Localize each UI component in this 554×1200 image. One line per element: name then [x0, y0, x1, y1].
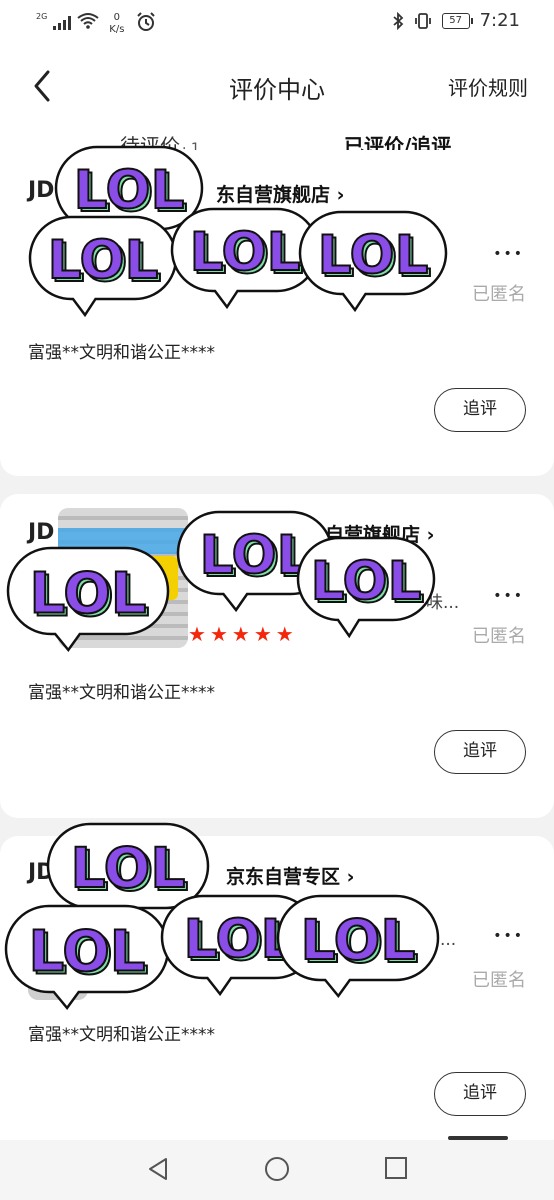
lol-sticker: LOLLOL	[6, 546, 170, 653]
lol-text: LOL	[311, 551, 422, 612]
lol-text: LOL	[318, 225, 429, 286]
anonymous-label: 已匿名	[472, 284, 526, 305]
follow-up-review-button[interactable]: 追评	[434, 730, 526, 774]
lol-text: LOL	[71, 836, 186, 900]
jd-logo: JD	[28, 178, 55, 203]
lol-sticker: LOLLOL	[28, 215, 178, 318]
more-options-icon[interactable]: •••	[493, 928, 524, 944]
bluetooth-icon	[392, 11, 403, 30]
vibrate-icon	[414, 12, 431, 29]
star-icon: ★	[209, 622, 228, 646]
lol-text: LOL	[30, 561, 147, 626]
network-type: 2G	[36, 12, 48, 21]
header: 评价中心 评价规则	[0, 46, 554, 126]
review-text: 富强**文明和谐公正****	[28, 683, 215, 703]
anonymous-label: 已匿名	[472, 626, 526, 647]
nav-home-icon	[265, 1157, 289, 1181]
star-icon: ★	[188, 622, 206, 646]
star-icon: ★	[275, 622, 294, 646]
nav-back-icon	[149, 1158, 167, 1180]
product-title[interactable]: ...	[440, 930, 456, 950]
more-options-icon[interactable]: •••	[493, 588, 524, 604]
status-bar: 2G 0 K/s 57 7:21	[0, 0, 554, 46]
review-text: 富强**文明和谐公正****	[28, 343, 215, 363]
jd-logo: JD	[28, 520, 55, 545]
battery-icon: 57	[441, 12, 473, 29]
star-icon: ★	[231, 622, 250, 646]
alarm-icon	[137, 12, 156, 31]
speed-unit: K/s	[109, 24, 125, 35]
more-options-icon[interactable]: •••	[493, 246, 524, 262]
nav-back-button[interactable]	[146, 1156, 170, 1186]
lol-text: LOL	[48, 230, 159, 291]
lol-sticker: LOLLOL	[296, 536, 436, 639]
clock: 7:21	[479, 10, 520, 31]
follow-up-review-button[interactable]: 追评	[434, 388, 526, 432]
follow-up-review-button[interactable]: 追评	[434, 1072, 526, 1116]
network-speed: 0 K/s	[109, 12, 124, 36]
nav-home-button[interactable]	[264, 1156, 290, 1186]
lol-text: LOL	[200, 525, 311, 586]
rating-stars: ★ ★ ★ ★ ★	[188, 622, 294, 646]
nav-recent-icon	[385, 1157, 407, 1179]
lol-text: LOL	[29, 919, 146, 984]
speed-value: 0	[113, 12, 121, 23]
lol-sticker: LOLLOL	[4, 904, 170, 1011]
shop-name-link[interactable]: 京东自营专区 ›	[226, 862, 354, 889]
status-right: 57 7:21	[392, 10, 520, 31]
lol-text: LOL	[190, 222, 301, 283]
lol-text: LOL	[74, 160, 185, 221]
system-nav-bar	[0, 1140, 554, 1200]
signal-icon	[53, 14, 72, 30]
review-text: 富强**文明和谐公正****	[28, 1025, 215, 1045]
nav-recent-button[interactable]	[384, 1156, 408, 1184]
lol-text: LOL	[301, 908, 416, 972]
lol-sticker: LOLLOL	[298, 210, 448, 313]
rules-link[interactable]: 评价规则	[448, 72, 528, 101]
star-icon: ★	[253, 622, 272, 646]
lol-sticker: LOLLOL	[276, 894, 440, 999]
status-left: 2G 0 K/s	[36, 12, 156, 36]
anonymous-label: 已匿名	[472, 970, 526, 991]
shop-name-link[interactable]: 东自营旗舰店 ›	[216, 180, 344, 207]
wifi-icon	[77, 13, 99, 29]
